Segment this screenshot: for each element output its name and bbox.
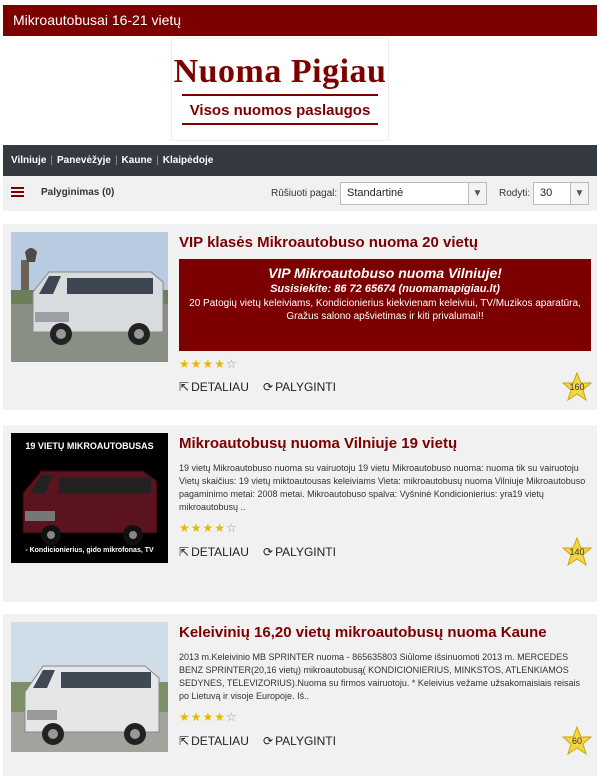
nav-separator: | — [114, 155, 118, 166]
page-title: Mikroautobusai 16-21 vietų — [13, 12, 182, 28]
details-label: DETALIAU — [191, 545, 249, 559]
views-badge: 140 — [562, 537, 592, 567]
views-count: 160 — [569, 382, 585, 392]
image-caption-top: 19 VIETŲ MIKROAUTOBUSAS — [25, 441, 154, 451]
external-link-icon: ⇱ — [179, 734, 190, 748]
listing-image[interactable] — [11, 232, 168, 362]
nav-separator: | — [50, 155, 53, 166]
show-count-select[interactable]: 30 ▼ — [533, 182, 589, 205]
listing-card: VIP klasės Mikroautobuso nuoma 20 vietų … — [3, 224, 597, 410]
details-label: DETALIAU — [191, 734, 249, 748]
nav-item-vilniuje[interactable]: Vilniuje — [11, 155, 46, 166]
show-count-value: 30 — [540, 187, 553, 199]
details-button[interactable]: ⇱ DETALIAU — [179, 380, 249, 394]
refresh-icon: ⟳ — [263, 545, 274, 559]
nav-item-kaune[interactable]: Kaune — [122, 155, 153, 166]
logo-tagline: Visos nuomos paslaugos — [189, 102, 371, 119]
sort-select-value: Standartinė — [347, 187, 404, 199]
nav-separator: | — [156, 155, 159, 166]
rating-stars: ★★★★☆ — [179, 710, 238, 724]
promo-contact: Susisiekite: 86 72 65674 (nuomamapigiau.… — [270, 283, 500, 295]
city-nav: Vilniuje | Panevėžyje | Kaune | Klaipėdoje — [3, 145, 597, 176]
sort-label: Rūšiuoti pagal: — [271, 188, 338, 199]
external-link-icon: ⇱ — [179, 380, 190, 394]
compare-button[interactable]: ⟳ PALYGINTI — [263, 734, 336, 748]
logo-rule-bottom — [182, 123, 378, 125]
compare-label: PALYGINTI — [275, 545, 336, 559]
listing-title[interactable]: Keleivinių 16,20 vietų mikroautobusų nuo… — [179, 624, 547, 641]
compare-button[interactable]: ⟳ PALYGINTI — [263, 380, 336, 394]
listing-title[interactable]: VIP klasės Mikroautobuso nuoma 20 vietų — [179, 234, 478, 251]
details-button[interactable]: ⇱ DETALIAU — [179, 545, 249, 559]
listing-toolbar: Palyginimas (0) Rūšiuoti pagal: Standart… — [3, 176, 597, 211]
rating-stars: ★★★★☆ — [179, 357, 238, 371]
logo-brand: Nuoma Pigiau — [173, 53, 387, 90]
sort-select[interactable]: Standartinė ▼ — [340, 182, 487, 205]
listing-card: 19 VIETŲ MIKROAUTOBUSAS - Kondicionieriu… — [3, 425, 597, 602]
image-caption-bottom: - Kondicionierius, gido mikrofonas, TV — [25, 547, 154, 554]
listing-image[interactable] — [11, 622, 168, 752]
list-view-icon[interactable] — [11, 187, 24, 199]
nav-item-panevezyje[interactable]: Panevėžyje — [57, 155, 111, 166]
show-label: Rodyti: — [499, 188, 531, 199]
site-logo[interactable]: Nuoma Pigiau Visos nuomos paslaugos — [171, 38, 389, 141]
listing-description: 2013 m.Keleivinio MB SPRINTER nuoma - 86… — [179, 652, 580, 701]
listing-title[interactable]: Mikroautobusų nuoma Vilniuje 19 vietų — [179, 435, 457, 452]
chevron-down-icon: ▼ — [570, 183, 588, 204]
promo-banner: VIP Mikroautobuso nuoma Vilniuje! Susisi… — [179, 259, 591, 351]
refresh-icon: ⟳ — [263, 734, 274, 748]
chevron-down-icon: ▼ — [468, 183, 486, 204]
details-button[interactable]: ⇱ DETALIAU — [179, 734, 249, 748]
external-link-icon: ⇱ — [179, 545, 190, 559]
listing-card: Keleivinių 16,20 vietų mikroautobusų nuo… — [3, 614, 597, 776]
rating-stars: ★★★★☆ — [179, 521, 238, 535]
listing-image[interactable]: 19 VIETŲ MIKROAUTOBUSAS - Kondicionieriu… — [11, 433, 168, 563]
details-label: DETALIAU — [191, 380, 249, 394]
logo-rule — [182, 94, 378, 96]
refresh-icon: ⟳ — [263, 380, 274, 394]
nav-item-klaipedoje[interactable]: Klaipėdoje — [163, 155, 214, 166]
views-count: 140 — [569, 547, 585, 557]
compare-count-link[interactable]: Palyginimas (0) — [41, 187, 114, 198]
views-badge: 160 — [562, 372, 592, 402]
compare-label: PALYGINTI — [275, 734, 336, 748]
compare-button[interactable]: ⟳ PALYGINTI — [263, 545, 336, 559]
compare-label: PALYGINTI — [275, 380, 336, 394]
promo-details: 20 Patogių vietų keleiviams, Kondicionie… — [189, 298, 581, 322]
views-count: 60 — [571, 736, 582, 746]
promo-headline: VIP Mikroautobuso nuoma Vilniuje! — [268, 265, 502, 281]
listing-description: 19 vietų Mikroautobuso nuoma su vairuoto… — [179, 463, 586, 512]
views-badge: 60 — [562, 726, 592, 756]
page-title-bar: Mikroautobusai 16-21 vietų — [3, 5, 597, 36]
